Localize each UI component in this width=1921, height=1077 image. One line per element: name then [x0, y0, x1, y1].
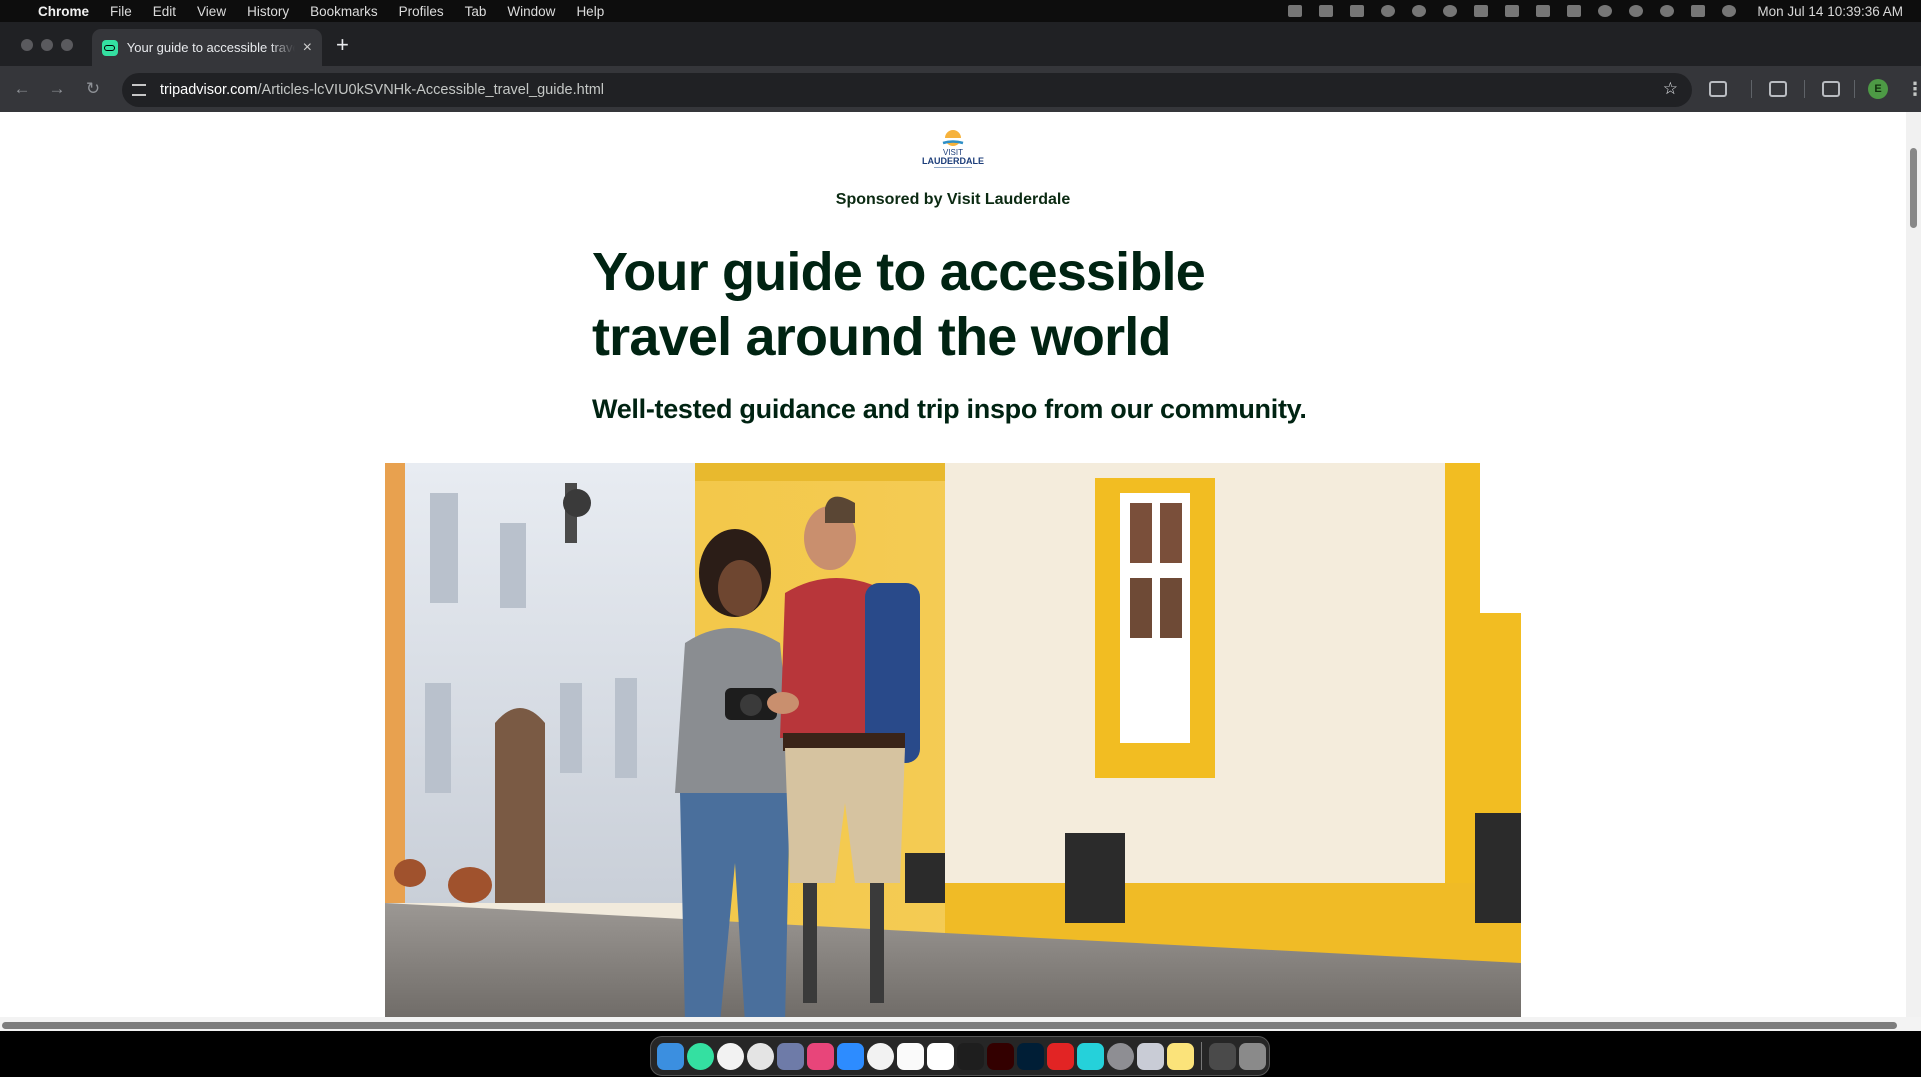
- screenshot-icon[interactable]: [1137, 1042, 1164, 1070]
- illustrator-icon[interactable]: [987, 1042, 1014, 1070]
- window-controls: [21, 39, 73, 51]
- reload-button[interactable]: ↻: [80, 76, 106, 102]
- toolbar-divider: [1751, 80, 1752, 98]
- visit-lauderdale-logo[interactable]: VISIT LAUDERDALE: [921, 124, 985, 176]
- mac-menubar: Chrome File Edit View History Bookmarks …: [0, 0, 1921, 22]
- keyboard-icon[interactable]: [1209, 1042, 1236, 1070]
- acrobat-icon[interactable]: [1047, 1042, 1074, 1070]
- side-panel-icon[interactable]: [1769, 81, 1787, 97]
- dock-area: [0, 1031, 1921, 1077]
- article-headline: Your guide to accessible travel around t…: [592, 240, 1332, 370]
- vertical-scrollbar[interactable]: [1906, 112, 1921, 1017]
- toolbar-divider: [1804, 80, 1805, 98]
- trash-icon[interactable]: [1239, 1042, 1266, 1070]
- wifi-icon[interactable]: [1598, 5, 1613, 17]
- battery-icon[interactable]: [1567, 5, 1582, 17]
- system-settings-icon[interactable]: [1107, 1042, 1134, 1070]
- forward-button[interactable]: →: [44, 76, 70, 102]
- tab-strip: Your guide to accessible travel around t…: [0, 22, 1921, 66]
- play-icon[interactable]: [1412, 5, 1427, 17]
- lightroom-icon[interactable]: [1017, 1042, 1044, 1070]
- bluetooth-icon[interactable]: [1505, 5, 1520, 17]
- tripadvisor-icon[interactable]: [687, 1042, 714, 1070]
- status-app-icon[interactable]: [1381, 5, 1396, 17]
- tab-close-icon[interactable]: ×: [303, 39, 312, 56]
- notes-icon[interactable]: [1167, 1042, 1194, 1070]
- status-app-icon[interactable]: [1319, 5, 1334, 17]
- svg-text:LAUDERDALE: LAUDERDALE: [922, 156, 984, 166]
- status-app-icon[interactable]: [1288, 5, 1303, 17]
- headline-line-2: travel around the world: [592, 307, 1171, 367]
- status-app-icon[interactable]: [1536, 5, 1551, 17]
- menu-help[interactable]: Help: [576, 4, 604, 19]
- status-app-icon[interactable]: [1474, 5, 1489, 17]
- horizontal-scroll-thumb[interactable]: [2, 1022, 1897, 1029]
- toolbar-divider: [1854, 80, 1855, 98]
- menu-bookmarks[interactable]: Bookmarks: [310, 4, 378, 19]
- clock-icon[interactable]: [747, 1042, 774, 1070]
- slack-icon[interactable]: [897, 1042, 924, 1070]
- url-text[interactable]: tripadvisor.com/Articles-lcVIU0kSVNHk-Ac…: [160, 82, 604, 98]
- spotlight-search-icon[interactable]: [1660, 5, 1675, 17]
- extensions-icon[interactable]: [1709, 81, 1727, 97]
- site-info-icon[interactable]: [132, 84, 146, 96]
- article-subheading: Well-tested guidance and trip inspo from…: [592, 394, 1307, 424]
- control-center-icon[interactable]: [1691, 5, 1706, 17]
- siri-icon[interactable]: [1722, 5, 1737, 17]
- menu-profiles[interactable]: Profiles: [399, 4, 444, 19]
- zoom-icon[interactable]: [837, 1042, 864, 1070]
- user-icon[interactable]: [1629, 5, 1644, 17]
- menubar-clock[interactable]: Mon Jul 14 10:39:36 AM: [1757, 4, 1903, 19]
- menu-window[interactable]: Window: [507, 4, 555, 19]
- finder-icon[interactable]: [657, 1042, 684, 1070]
- wifi-icon[interactable]: [717, 1042, 744, 1070]
- menu-view[interactable]: View: [197, 4, 226, 19]
- more-menu-icon[interactable]: ⋮: [1906, 79, 1921, 100]
- drive-icon[interactable]: [927, 1042, 954, 1070]
- launchpad-icon[interactable]: [777, 1042, 804, 1070]
- reading-list-icon[interactable]: [1822, 81, 1840, 97]
- chrome-icon[interactable]: [867, 1042, 894, 1070]
- new-tab-button[interactable]: +: [336, 34, 349, 56]
- toolbar-actions: E ⋮: [1709, 66, 1921, 112]
- zoom-window-button[interactable]: [61, 39, 73, 51]
- close-window-button[interactable]: [21, 39, 33, 51]
- tab-title: Your guide to accessible travel around t…: [126, 40, 295, 55]
- minimize-window-button[interactable]: [41, 39, 53, 51]
- menu-app-chrome[interactable]: Chrome: [38, 4, 89, 19]
- browser-tab-active[interactable]: Your guide to accessible travel around t…: [92, 29, 322, 66]
- profile-avatar[interactable]: E: [1868, 79, 1888, 99]
- status-app-icon[interactable]: [1443, 5, 1458, 17]
- hero-image: [385, 463, 1521, 1017]
- vertical-scroll-thumb[interactable]: [1910, 148, 1917, 228]
- sponsor-label: Sponsored by Visit Lauderdale: [835, 191, 1071, 208]
- menu-history[interactable]: History: [247, 4, 289, 19]
- menu-tab[interactable]: Tab: [465, 4, 487, 19]
- menu-file[interactable]: File: [110, 4, 132, 19]
- menu-edit[interactable]: Edit: [153, 4, 176, 19]
- status-area: Mon Jul 14 10:39:36 AM: [1288, 0, 1903, 22]
- amazon-music-icon[interactable]: [1077, 1042, 1104, 1070]
- dock-divider: [1201, 1042, 1202, 1070]
- tripadvisor-favicon-icon: [102, 39, 118, 56]
- horizontal-scrollbar[interactable]: [0, 1017, 1921, 1031]
- back-button[interactable]: ←: [9, 76, 35, 102]
- bookmark-star-icon[interactable]: ☆: [1663, 79, 1678, 99]
- page-viewport: VISIT LAUDERDALE Sponsored by Visit Laud…: [0, 112, 1906, 1017]
- status-app-icon[interactable]: [1350, 5, 1365, 17]
- photos-icon[interactable]: [807, 1042, 834, 1070]
- headline-line-1: Your guide to accessible: [592, 242, 1206, 302]
- address-bar[interactable]: tripadvisor.com/Articles-lcVIU0kSVNHk-Ac…: [122, 73, 1692, 107]
- browser-toolbar: ← → ↻ tripadvisor.com/Articles-lcVIU0kSV…: [0, 66, 1921, 112]
- figma-icon[interactable]: [957, 1042, 984, 1070]
- dock: [650, 1036, 1270, 1076]
